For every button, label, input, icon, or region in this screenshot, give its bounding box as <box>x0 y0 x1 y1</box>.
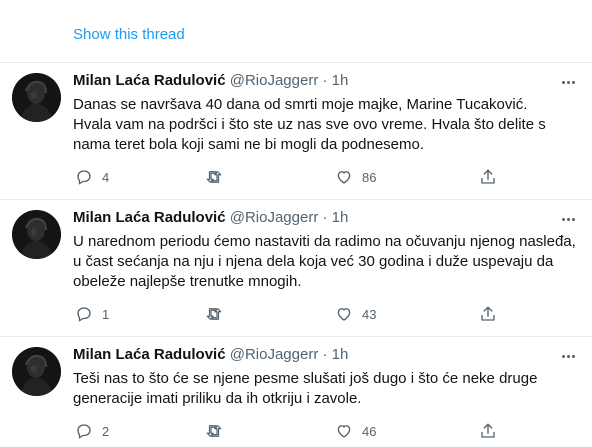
separator-dot: · <box>322 209 328 226</box>
retweet-button[interactable] <box>205 421 232 441</box>
retweet-button[interactable] <box>205 167 232 187</box>
retweet-icon <box>205 168 223 186</box>
share-icon <box>479 168 497 186</box>
tweet[interactable]: Milan Laća Radulović @RioJaggerr · 1h Da… <box>0 63 592 199</box>
heart-icon <box>335 422 353 440</box>
retweet-button[interactable] <box>205 304 232 324</box>
tweet-text: Teši nas to što će se njene pesme slušat… <box>73 370 538 407</box>
heart-icon <box>335 305 353 323</box>
reply-button[interactable]: 2 <box>75 421 109 441</box>
like-count: 43 <box>362 306 377 322</box>
share-icon <box>479 305 497 323</box>
heart-icon <box>335 168 353 186</box>
timestamp[interactable]: 1h <box>332 209 349 226</box>
like-button[interactable]: 46 <box>335 421 376 441</box>
author-handle[interactable]: @RioJaggerr <box>230 72 319 89</box>
tweet-actions: 2 46 <box>73 421 513 441</box>
like-button[interactable]: 86 <box>335 167 376 187</box>
separator-dot: · <box>322 346 328 363</box>
tweet-text: Danas se navršava 40 dana od smrti moje … <box>73 96 546 153</box>
author-handle[interactable]: @RioJaggerr <box>230 209 319 226</box>
more-icon[interactable] <box>557 209 579 229</box>
avatar[interactable] <box>12 210 61 259</box>
reply-icon <box>75 168 93 186</box>
share-button[interactable] <box>479 167 497 187</box>
tweet-header: Milan Laća Radulović @RioJaggerr · 1h <box>73 345 348 365</box>
show-thread-link[interactable]: Show this thread <box>73 26 185 43</box>
tweet-header: Milan Laća Radulović @RioJaggerr · 1h <box>73 208 348 228</box>
reply-count: 4 <box>102 169 110 185</box>
separator-dot: · <box>322 72 328 89</box>
author-name[interactable]: Milan Laća Radulović <box>73 72 226 89</box>
reply-icon <box>75 422 93 440</box>
tweet-actions: 1 43 <box>73 304 513 324</box>
more-icon[interactable] <box>557 72 579 92</box>
share-icon <box>479 422 497 440</box>
like-count: 86 <box>362 169 377 185</box>
avatar[interactable] <box>12 347 61 396</box>
author-name[interactable]: Milan Laća Radulović <box>73 209 226 226</box>
reply-button[interactable]: 1 <box>75 304 109 324</box>
like-count: 46 <box>362 423 377 439</box>
avatar[interactable] <box>12 73 61 122</box>
reply-count: 2 <box>102 423 110 439</box>
reply-icon <box>75 305 93 323</box>
share-button[interactable] <box>479 421 497 441</box>
tweet-text: U narednom periodu ćemo nastaviti da rad… <box>73 233 576 290</box>
author-name[interactable]: Milan Laća Radulović <box>73 346 226 363</box>
retweet-icon <box>205 305 223 323</box>
timestamp[interactable]: 1h <box>332 72 349 89</box>
timestamp[interactable]: 1h <box>332 346 349 363</box>
tweet[interactable]: Milan Laća Radulović @RioJaggerr · 1h U … <box>0 200 592 336</box>
retweet-icon <box>205 422 223 440</box>
more-icon[interactable] <box>557 346 579 366</box>
tweet-actions: 4 86 <box>73 167 513 187</box>
like-button[interactable]: 43 <box>335 304 376 324</box>
tweet-header: Milan Laća Radulović @RioJaggerr · 1h <box>73 71 348 91</box>
author-handle[interactable]: @RioJaggerr <box>230 346 319 363</box>
share-button[interactable] <box>479 304 497 324</box>
reply-button[interactable]: 4 <box>75 167 109 187</box>
reply-count: 1 <box>102 306 110 322</box>
tweet[interactable]: Milan Laća Radulović @RioJaggerr · 1h Te… <box>0 337 592 447</box>
